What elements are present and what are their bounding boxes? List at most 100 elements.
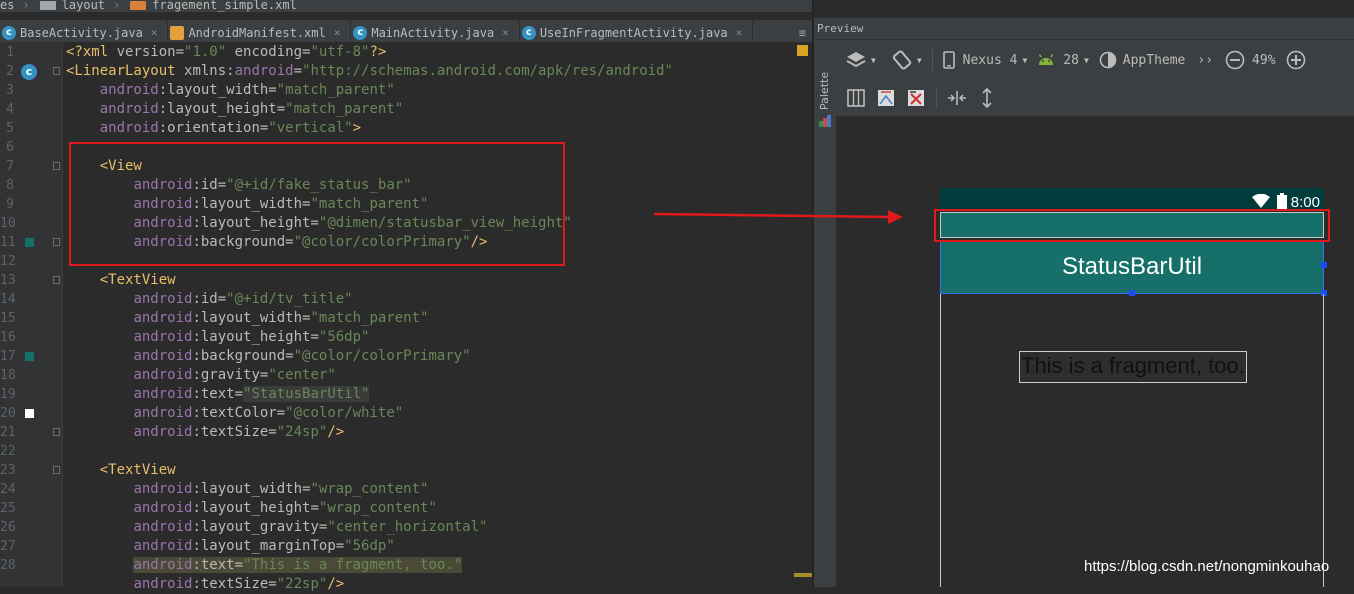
- fold-marker-icon[interactable]: [53, 67, 60, 75]
- view-options-button[interactable]: [846, 88, 866, 108]
- code-token: android: [234, 63, 294, 79]
- code-line[interactable]: 20 android:textColor="@color/white": [0, 404, 812, 423]
- code-token: :id=: [192, 291, 227, 307]
- more-options-icon[interactable]: ››: [1197, 53, 1213, 68]
- chevron-down-icon: ▼: [871, 55, 876, 65]
- line-number: 11: [0, 235, 16, 250]
- title-text-view[interactable]: StatusBarUtil: [940, 240, 1324, 294]
- code-line[interactable]: 13 <TextView: [0, 271, 812, 290]
- design-surface-button[interactable]: ▼: [846, 51, 876, 69]
- tab-menu-icon[interactable]: ≡: [799, 26, 812, 40]
- code-token: "1.0": [184, 44, 235, 60]
- tab-label: AndroidManifest.xml: [188, 25, 326, 40]
- clear-constraints-button[interactable]: [906, 88, 926, 108]
- code-token: :orientation=: [158, 120, 269, 136]
- code-token: android: [133, 538, 193, 554]
- palette-tab[interactable]: Palette: [818, 60, 832, 110]
- toolbar-divider: [931, 49, 933, 71]
- code-text: <TextView: [66, 461, 176, 480]
- theme-icon: [1099, 51, 1117, 69]
- device-name: Nexus 4: [962, 52, 1018, 68]
- tab-label: BaseActivity.java: [20, 25, 143, 40]
- class-gutter-icon[interactable]: c: [21, 64, 37, 80]
- code-line[interactable]: 2 c <LinearLayout xmlns:android="http://sc…: [0, 62, 812, 81]
- color-swatch-icon[interactable]: [25, 352, 34, 361]
- code-token: "http://schemas.android.com/apk/res/andr…: [302, 63, 673, 79]
- code-token: <TextView: [99, 272, 176, 288]
- fragment-text-view[interactable]: This is a fragment, too.: [1019, 351, 1247, 383]
- breadcrumb-item-res[interactable]: es: [0, 0, 14, 11]
- code-line[interactable]: 4 android:layout_height="match_parent": [0, 100, 812, 119]
- code-token: "@color/white": [285, 405, 404, 421]
- close-icon[interactable]: ×: [502, 26, 509, 39]
- infer-constraints-button[interactable]: [876, 88, 896, 108]
- expand-vertical-button[interactable]: [977, 88, 997, 108]
- close-icon[interactable]: ×: [736, 26, 743, 39]
- fold-marker-icon[interactable]: [53, 466, 60, 474]
- device-selector[interactable]: Nexus 4 ▼: [942, 51, 1027, 69]
- fold-marker-icon[interactable]: [53, 162, 60, 170]
- close-icon[interactable]: ×: [151, 26, 158, 39]
- code-line[interactable]: 18 android:gravity="center": [0, 366, 812, 385]
- line-number: 14: [0, 292, 16, 307]
- code-line[interactable]: 19 android:text="StatusBarUtil": [0, 385, 812, 404]
- code-text: android:textSize="24sp"/>: [66, 423, 344, 442]
- code-token: :layout_gravity=: [192, 519, 328, 535]
- orientation-button[interactable]: ▼: [892, 50, 922, 70]
- code-line[interactable]: 5 android:orientation="vertical">: [0, 119, 812, 138]
- code-token: :text=: [192, 557, 244, 573]
- code-line[interactable]: 21 android:textSize="24sp"/>: [0, 423, 812, 442]
- code-line[interactable]: 24 android:layout_width="wrap_content": [0, 480, 812, 499]
- color-swatch-icon[interactable]: [25, 409, 34, 418]
- zoom-out-button[interactable]: [1225, 50, 1245, 70]
- close-icon[interactable]: ×: [334, 26, 341, 39]
- breadcrumb-item-file[interactable]: fragement_simple.xml: [124, 0, 297, 11]
- horizontal-scrollbar[interactable]: [794, 573, 812, 577]
- code-token: :text=: [192, 386, 244, 402]
- code-line[interactable]: 1 <?xml version="1.0" encoding="utf-8"?>: [0, 43, 812, 62]
- api-level-selector[interactable]: 28 ▼: [1037, 53, 1089, 68]
- code-token: <?xml: [66, 44, 117, 60]
- code-line[interactable]: 3 android:layout_width="match_parent": [0, 81, 812, 100]
- theme-selector[interactable]: AppTheme: [1099, 51, 1185, 69]
- breadcrumb-label: fragement_simple.xml: [152, 0, 297, 12]
- clear-constraints-icon: [908, 90, 924, 106]
- phone-icon: [942, 51, 955, 69]
- zoom-in-button[interactable]: [1286, 50, 1306, 70]
- code-line[interactable]: 27 android:layout_marginTop="56dp": [0, 537, 812, 556]
- code-token: :gravity=: [192, 367, 269, 383]
- zoom-level: 49%: [1252, 52, 1276, 68]
- code-line[interactable]: 22: [0, 442, 812, 461]
- breadcrumb-item-layout[interactable]: layout: [34, 0, 105, 11]
- code-line[interactable]: 17 android:background="@color/colorPrima…: [0, 347, 812, 366]
- line-number: 16: [0, 330, 16, 345]
- code-line[interactable]: 26 android:layout_gravity="center_horizo…: [0, 518, 812, 537]
- code-line[interactable]: 28 android:text="This is a fragment, too…: [0, 556, 812, 575]
- code-line[interactable]: android:textSize="22sp"/>: [0, 575, 812, 594]
- selection-handle[interactable]: [1321, 262, 1327, 268]
- warning-marker[interactable]: [797, 45, 808, 56]
- fold-marker-icon[interactable]: [53, 428, 60, 436]
- code-token: "wrap_content": [318, 500, 437, 516]
- constraints-icon: [878, 90, 894, 106]
- code-text: android:layout_gravity="center_horizonta…: [66, 518, 487, 537]
- code-line[interactable]: 14 android:id="@+id/tv_title": [0, 290, 812, 309]
- line-number: 4: [6, 102, 14, 117]
- code-line[interactable]: 16 android:layout_height="56dp": [0, 328, 812, 347]
- code-token: "center_horizontal": [327, 519, 488, 535]
- code-line[interactable]: 15 android:layout_width="match_parent": [0, 309, 812, 328]
- code-token: :layout_height=: [192, 500, 319, 516]
- device-preview[interactable]: 8:00 StatusBarUtil This is a fragment, t…: [940, 188, 1327, 587]
- code-line[interactable]: 23 <TextView: [0, 461, 812, 480]
- fold-marker-icon[interactable]: [53, 276, 60, 284]
- code-line[interactable]: 25 android:layout_height="wrap_content": [0, 499, 812, 518]
- expand-horizontal-button[interactable]: [947, 88, 967, 108]
- color-swatch-icon[interactable]: [25, 238, 34, 247]
- code-token: "match_parent": [285, 101, 404, 117]
- fold-marker-icon[interactable]: [53, 238, 60, 246]
- code-editor[interactable]: 1 <?xml version="1.0" encoding="utf-8"?> 2…: [0, 42, 812, 592]
